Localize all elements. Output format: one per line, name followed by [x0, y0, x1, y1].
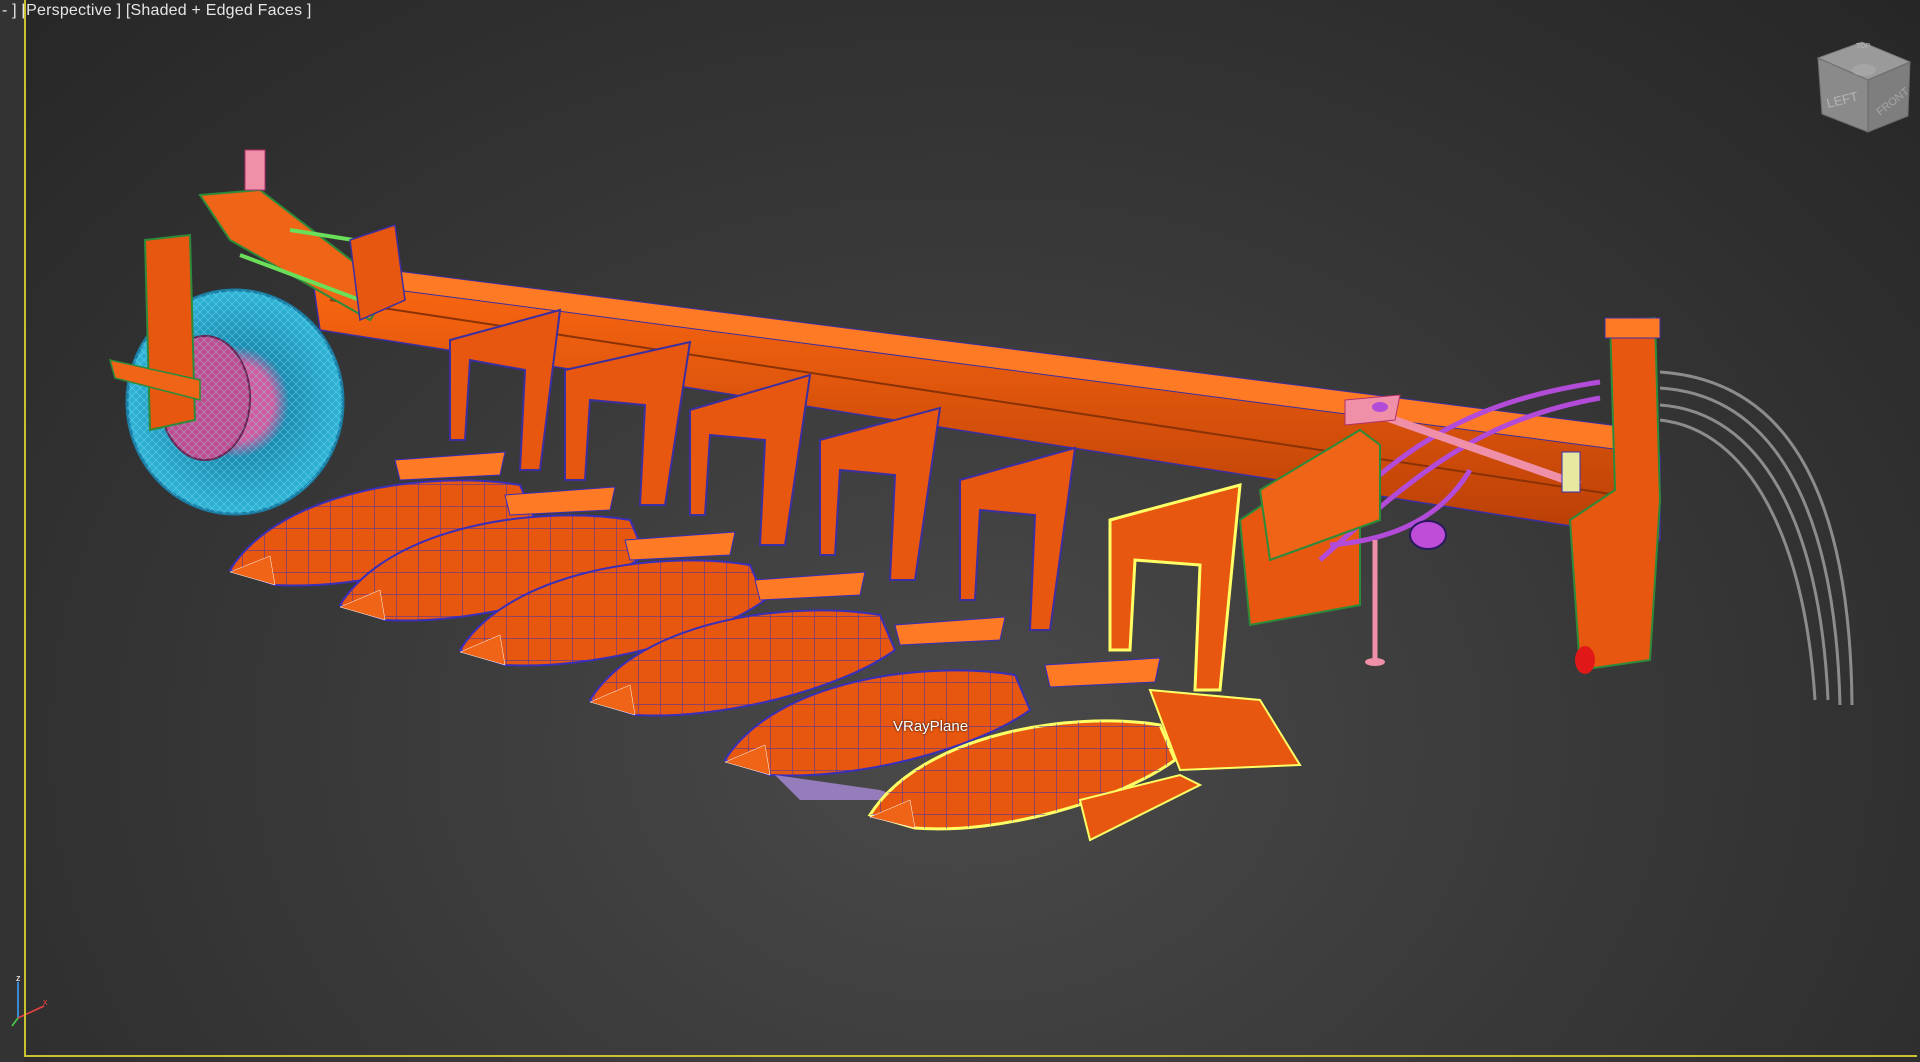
hydraulic-hoses[interactable]	[1659, 370, 1854, 706]
axis-tripod: z x	[11, 973, 48, 1027]
viewcube[interactable]: TOP LEFT FRONT	[1800, 30, 1920, 150]
object-name-label: VRayPlane	[893, 718, 969, 735]
viewport-label: - ] [Perspective ] [Shaded + Edged Faces…	[2, 2, 312, 19]
viewport-shading-label[interactable]: Shaded + Edged Faces	[131, 2, 303, 19]
axis-z-label: z	[16, 973, 21, 983]
viewcube-top-face: TOP	[1856, 43, 1871, 50]
axis-x-label: x	[43, 997, 48, 1007]
3d-viewport[interactable]: - ] [Perspective ] [Shaded + Edged Faces…	[0, 0, 1920, 1062]
plough-model-scene[interactable]	[0, 0, 1920, 1062]
viewport-pov-label[interactable]: Perspective	[26, 2, 112, 19]
